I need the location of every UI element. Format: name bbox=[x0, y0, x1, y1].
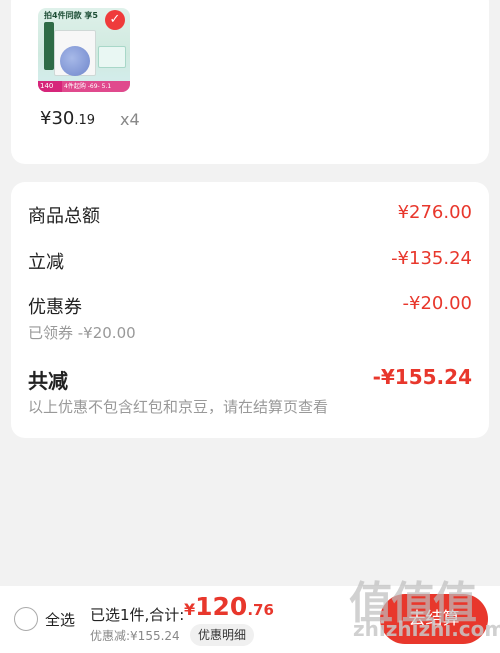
total-currency-symbol: ¥ bbox=[184, 600, 196, 619]
goods-total-value: ¥276.00 bbox=[397, 202, 472, 223]
product-price-dec: .19 bbox=[74, 113, 96, 128]
coupon-sub-label: 已领券 -¥20.00 bbox=[28, 324, 136, 342]
select-all-radio[interactable] bbox=[14, 607, 38, 631]
price-summary-card: 商品总额 ¥276.00 立减 -¥135.24 优惠券 -¥20.00 已领券… bbox=[11, 182, 489, 438]
product-price-int: ¥30 bbox=[40, 108, 75, 129]
coupon-value: -¥20.00 bbox=[402, 293, 472, 314]
product-image-header: 拍4件同款 享5 bbox=[44, 11, 98, 20]
product-quantity: x4 bbox=[120, 110, 140, 129]
product-image[interactable]: 拍4件同款 享5 140 4件起购 -69- 5.1 ✓ bbox=[38, 8, 130, 92]
instant-discount-label: 立减 bbox=[28, 252, 64, 273]
discount-amount-text: 优惠减:¥155.24 bbox=[90, 629, 180, 643]
total-reduce-value: -¥155.24 bbox=[372, 365, 472, 389]
total-amount-dec: .76 bbox=[247, 601, 274, 619]
select-all-label[interactable]: 全选 bbox=[45, 609, 75, 630]
checkout-bar: 全选 已选1件,合计: ¥120.76 优惠减:¥155.24 优惠明细 去结算 bbox=[0, 586, 500, 653]
discount-detail-button[interactable]: 优惠明细 bbox=[190, 624, 255, 646]
checked-icon[interactable]: ✓ bbox=[105, 10, 125, 30]
product-disc bbox=[60, 46, 90, 76]
product-price: ¥30.19 bbox=[40, 108, 95, 129]
product-box-small bbox=[98, 46, 126, 68]
product-card: 拍4件同款 享5 140 4件起购 -69- 5.1 ✓ ¥30.19 x4 bbox=[11, 0, 489, 164]
total-amount: ¥120.76 bbox=[184, 592, 274, 621]
selected-count-text: 已选1件,合计: bbox=[90, 606, 185, 624]
product-promo-badge: 140 bbox=[38, 81, 62, 92]
goods-total-label: 商品总额 bbox=[28, 206, 100, 227]
product-promo-text: 4件起购 -69- 5.1 bbox=[64, 83, 112, 90]
discount-note: 以上优惠不包含红包和京豆，请在结算页查看 bbox=[28, 398, 329, 416]
product-box-dark bbox=[44, 22, 54, 70]
instant-discount-value: -¥135.24 bbox=[391, 248, 472, 269]
total-reduce-label: 共减 bbox=[28, 369, 68, 393]
checkout-button[interactable]: 去结算 bbox=[380, 594, 488, 644]
coupon-label: 优惠券 bbox=[28, 297, 82, 318]
total-amount-int: 120 bbox=[195, 592, 248, 621]
